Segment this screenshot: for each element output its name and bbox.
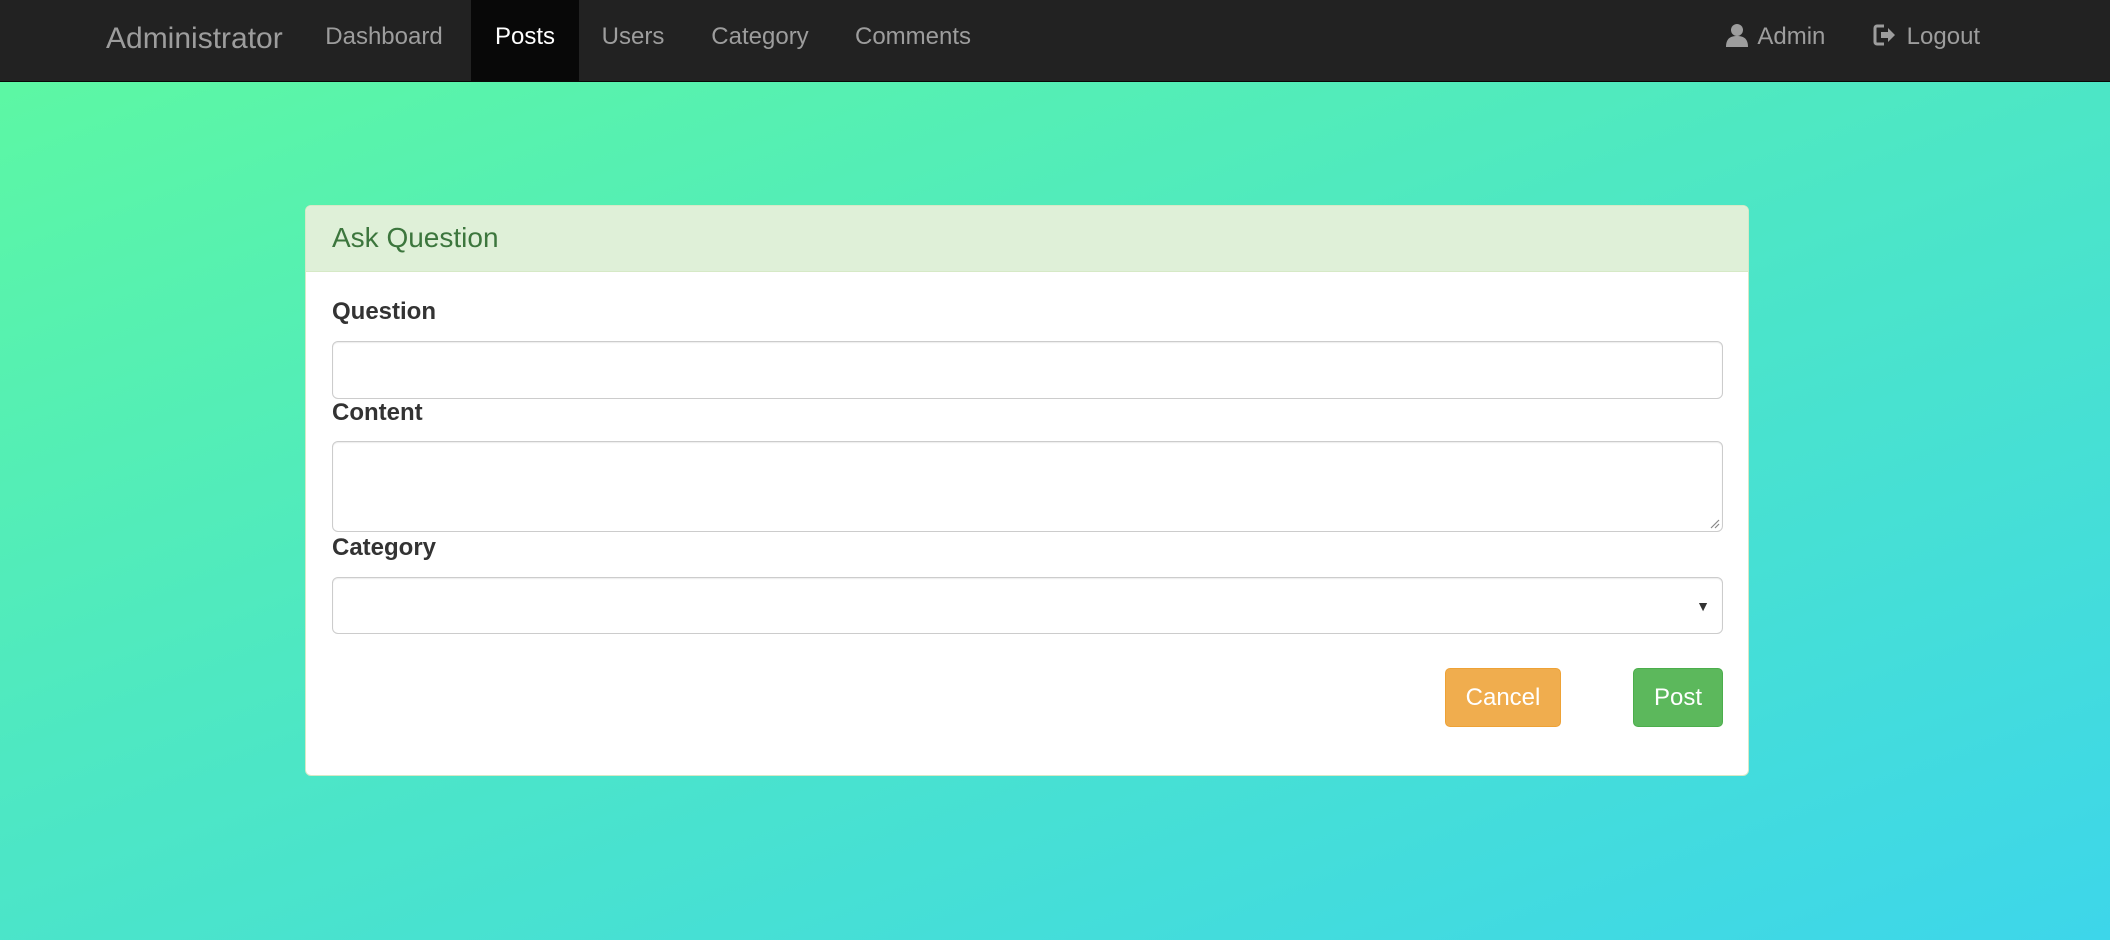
content-label: Content <box>332 399 423 426</box>
top-navbar: Administrator Dashboard Posts Users Cate… <box>0 0 2110 82</box>
nav-item-users[interactable]: Users <box>579 0 687 82</box>
chevron-down-icon: ▼ <box>1696 597 1710 614</box>
post-button[interactable]: Post <box>1633 668 1723 727</box>
brand-title[interactable]: Administrator <box>106 0 283 82</box>
cancel-button[interactable]: Cancel <box>1445 668 1561 727</box>
nav-item-dashboard[interactable]: Dashboard <box>309 0 459 82</box>
category-label: Category <box>332 534 437 561</box>
nav-item-posts[interactable]: Posts <box>471 0 579 82</box>
content-textarea[interactable] <box>332 441 1723 532</box>
admin-link[interactable]: Admin <box>1726 0 1825 82</box>
question-label: Question <box>332 298 437 325</box>
ask-question-panel: Ask Question Question Content Category ▼… <box>305 205 1749 776</box>
logout-label: Logout <box>1906 23 1981 50</box>
admin-label: Admin <box>1757 23 1826 50</box>
logout-link[interactable]: Logout <box>1872 0 1980 82</box>
resize-grip-icon[interactable] <box>1708 517 1720 529</box>
user-icon <box>1726 23 1757 50</box>
category-select[interactable]: ▼ <box>332 577 1723 634</box>
question-input[interactable] <box>332 341 1723 399</box>
nav-item-comments[interactable]: Comments <box>843 0 983 82</box>
content-field-wrapper <box>332 441 1723 532</box>
nav-item-category[interactable]: Category <box>690 0 830 82</box>
panel-title: Ask Question <box>306 206 1748 272</box>
logout-icon <box>1872 23 1907 50</box>
